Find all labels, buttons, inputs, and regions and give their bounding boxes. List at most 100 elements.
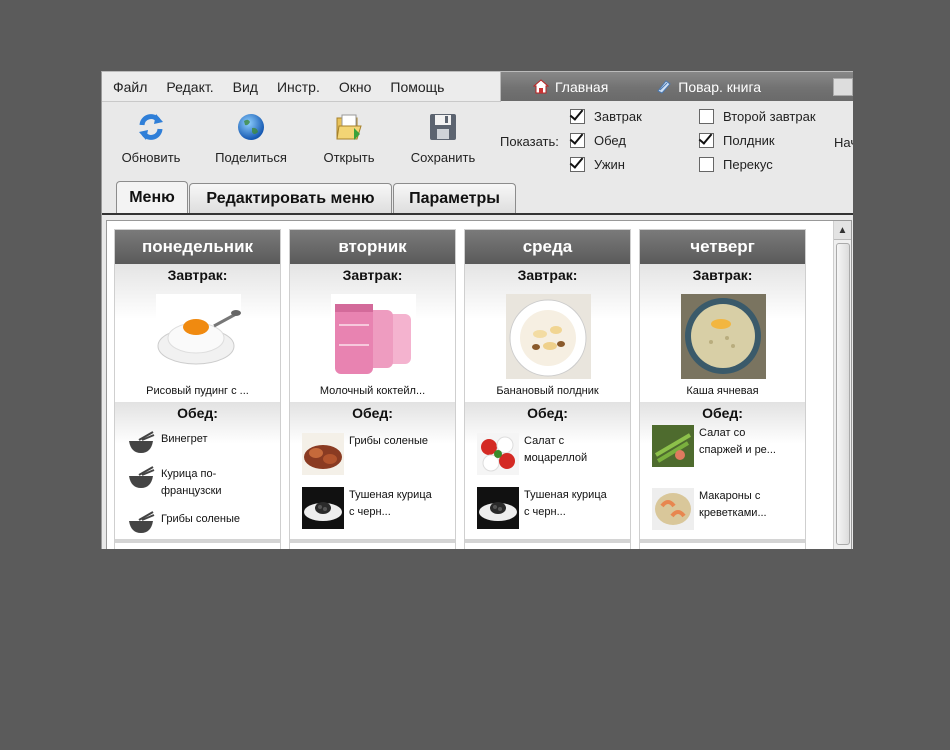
bowl-icon [129,511,155,533]
truncated-label: Нач [834,135,853,150]
checkbox-box[interactable] [699,157,714,172]
filter-afternoon-snack-checkbox[interactable]: Полдник [699,133,775,148]
share-button[interactable]: Поделиться [206,110,296,165]
refresh-button[interactable]: Обновить [106,110,196,165]
nav-strip: Главная Повар. книга [501,72,853,101]
filter-label: Ужин [594,157,625,172]
dish-row[interactable]: Тушеная курица с черн... [477,487,609,529]
nav-cookbook-label: Повар. книга [678,78,762,95]
checkbox-box[interactable] [570,133,585,148]
lunch-section: Обед: Грибы соленые Тушеная курица с чер… [290,402,455,543]
menu-file[interactable]: Файл [102,79,155,95]
globe-icon [238,114,264,140]
dish-row[interactable]: Салат со спаржей и ре... [652,425,784,467]
dish-row[interactable]: Тушеная курица с черн... [302,487,434,529]
tab-divider [102,213,853,215]
rice-pudding-image[interactable] [156,294,241,379]
checkbox-box[interactable] [570,109,585,124]
open-button[interactable]: Открыть [304,110,394,165]
filter-breakfast-checkbox[interactable]: Завтрак [570,109,642,124]
checkbox-box[interactable] [699,133,714,148]
filter-label: Перекус [723,157,773,172]
section-title: Обед: [352,405,393,421]
filter-dinner-checkbox[interactable]: Ужин [570,157,625,172]
breakfast-caption[interactable]: Каша ячневая [640,385,805,397]
section-separator [640,539,805,543]
dish-row[interactable]: Салат с моцареллой [477,433,609,475]
vertical-scrollbar[interactable]: ▲ [833,221,851,549]
milkshake-image[interactable] [331,294,416,379]
refresh-label: Обновить [121,150,181,165]
tab-edit-menu[interactable]: Редактировать меню [189,183,392,213]
breakfast-caption[interactable]: Рисовый пудинг с ... [115,385,280,397]
menu-content: понедельник Завтрак: Рисовый пудинг с ..… [106,220,852,549]
lunch-section: Обед: Салат с моцареллой Тушеная курица … [465,402,630,543]
lunch-section: Обед: Салат со спаржей и ре... Макароны … [640,402,805,543]
nav-cookbook-link[interactable]: Повар. книга [656,79,761,95]
filter-label: Завтрак [594,109,642,124]
section-title: Завтрак: [692,267,753,283]
day-column: понедельник Завтрак: Рисовый пудинг с ..… [114,229,281,549]
lunch-section: Обед: Винегрет Курица по-французски Гриб… [115,402,280,543]
dish-row[interactable]: Грибы соленые [127,511,246,535]
filter-snack-checkbox[interactable]: Перекус [699,157,773,172]
dish-row[interactable]: Грибы соленые [302,433,434,475]
shrimp-pasta-image [652,488,694,530]
filter-label: Второй завтрак [723,109,816,124]
menu-tools[interactable]: Инстр. [266,79,328,95]
scroll-thumb[interactable] [836,243,850,545]
filter-label: Обед [594,133,626,148]
tab-menu[interactable]: Меню [116,181,188,213]
dish-name: Макароны с креветками... [699,490,767,519]
mozzarella-salad-image [477,433,519,475]
menu-help[interactable]: Помощь [379,79,452,95]
nav-home-label: Главная [555,78,609,95]
cookbook-icon [657,80,672,94]
filter-lunch-checkbox[interactable]: Обед [570,133,626,148]
bowl-icon [129,431,155,453]
nav-home-link[interactable]: Главная [533,79,608,95]
menu-edit[interactable]: Редакт. [155,79,221,95]
day-column: четверг Завтрак: Каша ячневая Обед: Сала… [639,229,806,549]
calendar-icon[interactable] [833,78,853,96]
barley-porridge-image[interactable] [681,294,766,379]
banana-snack-image[interactable] [506,294,591,379]
dish-name: Курица по-французски [161,468,222,497]
dish-name: Салат со спаржей и ре... [699,427,776,456]
breakfast-section: Завтрак: Молочный коктейл... [290,264,455,402]
day-header: четверг [640,230,805,264]
breakfast-section: Завтрак: Рисовый пудинг с ... [115,264,280,402]
menu-view[interactable]: Вид [222,79,266,95]
section-title: Завтрак: [517,267,578,283]
day-header: среда [465,230,630,264]
section-title: Обед: [177,405,218,421]
tab-parameters[interactable]: Параметры [393,183,516,213]
dish-row[interactable]: Макароны с креветками... [652,488,784,530]
menu-window[interactable]: Окно [328,79,380,95]
dish-name: Грибы соленые [161,513,240,525]
floppy-icon [430,114,456,140]
save-button[interactable]: Сохранить [398,110,488,165]
mushrooms-image [302,433,344,475]
scroll-up-arrow-icon[interactable]: ▲ [834,221,851,240]
refresh-icon [139,114,163,140]
stewed-chicken-image [302,487,344,529]
dish-name: Винегрет [161,433,208,445]
app-window: Файл Редакт. Вид Инстр. Окно Помощь Глав… [101,71,853,549]
section-title: Завтрак: [342,267,403,283]
day-column: среда Завтрак: Банановый полдник Обед: С… [464,229,631,549]
filter-second-breakfast-checkbox[interactable]: Второй завтрак [699,109,816,124]
section-title: Обед: [702,405,743,421]
dish-row[interactable]: Курица по-французски [127,466,246,500]
folder-open-icon [336,114,362,140]
menu-bar: Файл Редакт. Вид Инстр. Окно Помощь [102,72,501,102]
dish-row[interactable]: Винегрет [127,431,246,455]
dish-name: Тушеная курица с черн... [349,489,432,518]
checkbox-box[interactable] [699,109,714,124]
bowl-icon [129,466,155,488]
breakfast-caption[interactable]: Банановый полдник [465,385,630,397]
checkbox-box[interactable] [570,157,585,172]
breakfast-caption[interactable]: Молочный коктейл... [290,385,455,397]
share-label: Поделиться [215,150,287,165]
home-icon [533,79,549,94]
